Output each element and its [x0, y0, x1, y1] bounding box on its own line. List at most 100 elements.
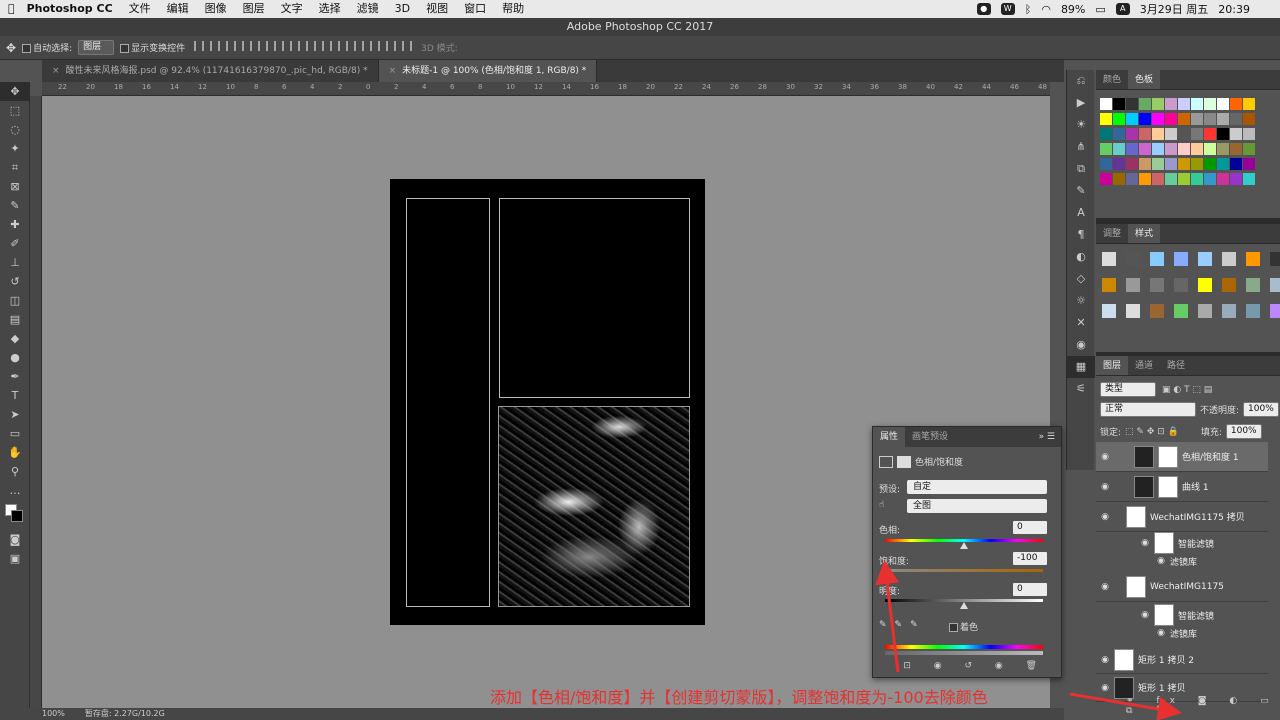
style-swatch[interactable]: [1198, 304, 1212, 318]
color-swatch[interactable]: [1178, 128, 1190, 140]
layer-curves[interactable]: ◉ 曲线 1: [1096, 472, 1268, 502]
rectangle-tool-icon[interactable]: ▭: [0, 424, 30, 443]
channel-select[interactable]: 全图: [907, 499, 1047, 513]
style-swatch[interactable]: [1270, 252, 1280, 266]
color-swatch[interactable]: [1165, 173, 1177, 185]
style-swatch[interactable]: [1126, 278, 1140, 292]
layer-smart-filter-2[interactable]: ◉ 智能滤镜: [1096, 604, 1268, 626]
eye-icon[interactable]: ◉: [1096, 452, 1114, 462]
color-swatch[interactable]: [1100, 113, 1112, 125]
quick-mask-icon[interactable]: ◙: [0, 530, 30, 549]
style-swatch[interactable]: [1198, 278, 1212, 292]
hue-slider-knob[interactable]: [960, 542, 968, 549]
color-swatch[interactable]: [1243, 98, 1255, 110]
blur-tool-icon[interactable]: ◆: [0, 329, 30, 348]
tool-presets-icon[interactable]: ✕: [1067, 312, 1095, 334]
color-swatch[interactable]: [1139, 143, 1151, 155]
wifi-icon[interactable]: ◠: [1041, 3, 1051, 16]
sat-slider[interactable]: [885, 569, 1043, 572]
color-swatch[interactable]: [1126, 113, 1138, 125]
lasso-tool-icon[interactable]: ◌: [0, 120, 30, 139]
color-swatch[interactable]: [1217, 98, 1229, 110]
eye-icon[interactable]: ◉: [1096, 683, 1114, 693]
style-swatch[interactable]: [1174, 304, 1188, 318]
lock-icons[interactable]: ⬚ ✎ ✥ ⊡ 🔒: [1125, 427, 1179, 437]
history-icon[interactable]: ⎌: [1067, 70, 1095, 92]
stamp-tool-icon[interactable]: ⊥: [0, 253, 30, 272]
eye-icon[interactable]: ◉: [1096, 655, 1114, 665]
color-swatch[interactable]: [1178, 173, 1190, 185]
color-swatch[interactable]: [1204, 158, 1216, 170]
colorize-checkbox[interactable]: 着色: [949, 620, 978, 633]
document-canvas[interactable]: [390, 179, 705, 625]
props-footer-icons[interactable]: ⊡ ◉ ↺ ◉ 🗑: [903, 661, 1047, 671]
hand-adjust-icon[interactable]: ☝: [879, 500, 884, 510]
layer-hue-sat[interactable]: ◉ 色相/饱和度 1: [1096, 442, 1268, 472]
color-swatch[interactable]: [1113, 143, 1125, 155]
actions-icon[interactable]: ▶: [1067, 92, 1095, 114]
wps-icon[interactable]: W: [1000, 3, 1015, 15]
color-swatch[interactable]: [1204, 143, 1216, 155]
3d-icon[interactable]: ◇: [1067, 268, 1095, 290]
color-swatch[interactable]: [1100, 173, 1112, 185]
style-swatch[interactable]: [1222, 304, 1236, 318]
tab-color[interactable]: 颜色: [1096, 70, 1128, 89]
libraries-icon[interactable]: ◉: [1067, 334, 1095, 356]
info-icon[interactable]: ◐: [1067, 246, 1095, 268]
color-swatches[interactable]: [0, 500, 30, 530]
input-source[interactable]: A: [1115, 3, 1130, 15]
healing-brush-icon[interactable]: ✚: [0, 215, 30, 234]
color-swatch[interactable]: [1191, 113, 1203, 125]
color-swatch[interactable]: [1100, 128, 1112, 140]
blend-mode-select[interactable]: 正常: [1100, 402, 1196, 417]
path-select-icon[interactable]: ➤: [0, 405, 30, 424]
filter-icons[interactable]: ▣ ◐ T ⬚ ▤: [1162, 385, 1212, 395]
color-swatch[interactable]: [1217, 128, 1229, 140]
style-swatch[interactable]: [1150, 278, 1164, 292]
pen-tool-icon[interactable]: ✒: [0, 367, 30, 386]
tab-poster[interactable]: × 酸性未来风格海报.psd @ 92.4% (11741616379870_.p…: [42, 60, 379, 82]
color-swatch[interactable]: [1191, 128, 1203, 140]
color-swatch[interactable]: [1139, 98, 1151, 110]
color-swatch[interactable]: [1204, 113, 1216, 125]
style-swatch[interactable]: [1270, 304, 1280, 318]
color-swatch[interactable]: [1113, 113, 1125, 125]
color-swatch[interactable]: [1126, 143, 1138, 155]
eye-icon[interactable]: ◉: [1096, 512, 1114, 522]
bluetooth-icon[interactable]: ᛒ: [1025, 3, 1032, 16]
color-swatch[interactable]: [1139, 158, 1151, 170]
color-swatch[interactable]: [1230, 113, 1242, 125]
align-icons[interactable]: [191, 41, 415, 54]
color-swatch[interactable]: [1230, 98, 1242, 110]
fill-field[interactable]: 100%: [1225, 424, 1262, 439]
color-swatch[interactable]: [1139, 173, 1151, 185]
color-swatch[interactable]: [1152, 143, 1164, 155]
layer-comps-icon[interactable]: ⚟: [1067, 378, 1095, 400]
menu-layer[interactable]: 图层: [235, 0, 273, 18]
color-swatch[interactable]: [1100, 98, 1112, 110]
style-grid[interactable]: [1096, 244, 1280, 344]
hue-value[interactable]: 0: [1013, 521, 1047, 534]
style-swatch[interactable]: [1222, 252, 1236, 266]
show-transform-checkbox[interactable]: 显示变换控件: [120, 41, 185, 54]
eraser-tool-icon[interactable]: ◫: [0, 291, 30, 310]
sat-slider-knob[interactable]: [881, 572, 889, 579]
style-swatch[interactable]: [1222, 278, 1236, 292]
color-swatch[interactable]: [1217, 143, 1229, 155]
tab-paths[interactable]: 路径: [1160, 356, 1192, 375]
color-swatch[interactable]: [1113, 98, 1125, 110]
light-value[interactable]: 0: [1013, 583, 1047, 596]
color-swatch[interactable]: [1165, 143, 1177, 155]
color-swatch[interactable]: [1165, 128, 1177, 140]
brush-preset-icon[interactable]: ✎: [1067, 180, 1095, 202]
menu-type[interactable]: 文字: [273, 0, 311, 18]
close-icon[interactable]: ×: [389, 66, 397, 76]
color-swatch[interactable]: [1152, 158, 1164, 170]
style-swatch[interactable]: [1246, 278, 1260, 292]
color-swatch[interactable]: [1165, 158, 1177, 170]
mask-icon[interactable]: [897, 455, 911, 468]
crop-tool-icon[interactable]: ⌗: [0, 158, 30, 177]
color-swatch[interactable]: [1243, 158, 1255, 170]
swatch-grid[interactable]: [1096, 90, 1280, 200]
tab-properties[interactable]: 属性: [873, 427, 906, 447]
